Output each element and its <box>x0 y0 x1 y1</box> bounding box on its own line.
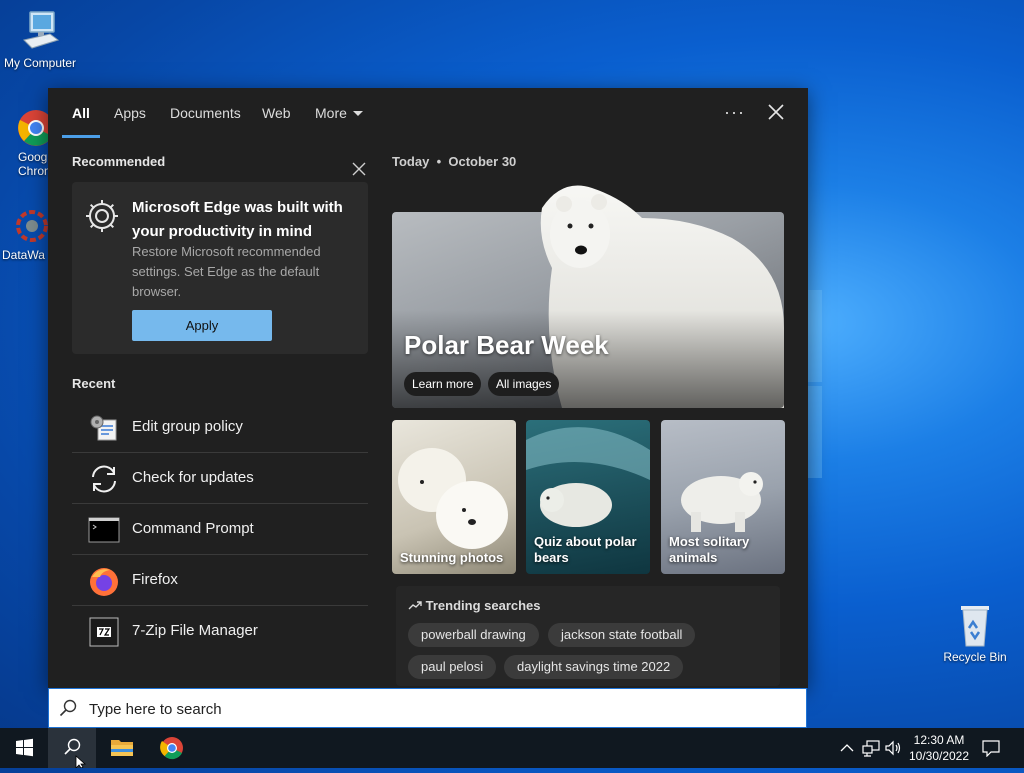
dismiss-recommended-icon[interactable] <box>352 162 366 176</box>
tab-documents[interactable]: Documents <box>170 105 241 121</box>
recommended-title: Recommended <box>72 154 166 169</box>
gear-icon <box>86 200 118 232</box>
thumbnail-quiz[interactable]: Quiz about polar bears <box>526 420 650 574</box>
tab-more-label: More <box>315 105 347 121</box>
tab-apps[interactable]: Apps <box>114 105 146 121</box>
recent-item-7zip[interactable]: 7-Zip File Manager <box>72 606 368 656</box>
chevron-up-icon[interactable] <box>838 739 856 757</box>
recommended-card-title: Microsoft Edge was built with your produ… <box>132 199 343 240</box>
recycle-bin-icon <box>961 606 989 647</box>
tab-web[interactable]: Web <box>262 105 291 121</box>
search-box[interactable] <box>48 688 807 728</box>
thumbnail-stunning-photos[interactable]: Stunning photos <box>392 420 516 574</box>
search-panel-tabs: All Apps Documents Web More ··· <box>48 88 808 140</box>
active-tab-indicator <box>62 135 100 138</box>
datawa-icon <box>16 210 48 242</box>
thumbnail-caption: Stunning photos <box>400 550 504 565</box>
notifications-icon[interactable] <box>982 739 1000 757</box>
date-label: October 30 <box>448 154 517 169</box>
recent-title: Recent <box>72 376 116 391</box>
taskbar: 12:30 AM 10/30/2022 <box>0 728 1024 769</box>
today-section: Today • October 30 Polar Bear Week Learn… <box>392 154 785 686</box>
thumbnail-row: Stunning photos Quiz about polar bears M… <box>392 420 785 574</box>
search-panel: All Apps Documents Web More ··· Recommen… <box>48 88 808 688</box>
clock-time: 12:30 AM <box>913 733 965 747</box>
computer-icon <box>23 11 60 49</box>
taskbar-file-explorer[interactable] <box>98 728 146 768</box>
search-icon <box>64 738 87 769</box>
trending-title-label: Trending searches <box>425 598 541 613</box>
recent-item-edit-group-policy[interactable]: Edit group policy <box>72 402 368 453</box>
group-policy-icon <box>90 415 117 441</box>
hero-card[interactable]: Polar Bear Week Learn more All images <box>392 185 784 408</box>
taskbar-search-button[interactable] <box>48 728 96 769</box>
trending-arrow-icon <box>408 601 422 610</box>
command-prompt-icon <box>88 517 120 543</box>
folder-icon <box>111 740 133 756</box>
recommended-section: Recommended Microsoft Edge was built wit… <box>72 154 368 354</box>
recent-item-label: Command Prompt <box>132 520 254 537</box>
chevron-down-icon <box>352 111 363 116</box>
7zip-icon <box>89 617 119 647</box>
taskbar-clock[interactable]: 12:30 AM 10/30/2022 <box>900 732 978 764</box>
sync-icon <box>92 465 116 493</box>
start-button[interactable] <box>0 728 48 768</box>
recent-item-check-for-updates[interactable]: Check for updates <box>72 453 368 504</box>
desktop-light-beam <box>808 290 822 382</box>
desktop-icon-label: Recycle Bin <box>943 650 1007 664</box>
thumbnail-caption: Quiz about polar bears <box>534 534 637 565</box>
tab-all[interactable]: All <box>72 105 90 121</box>
recent-item-firefox[interactable]: Firefox <box>72 555 368 606</box>
recent-item-label: Firefox <box>132 571 178 588</box>
all-images-button[interactable]: All images <box>488 372 560 396</box>
trending-chip[interactable]: daylight savings time 2022 <box>504 655 684 679</box>
tab-more[interactable]: More <box>315 105 363 121</box>
desktop-icon-recycle-bin[interactable]: Recycle Bin <box>935 602 1015 664</box>
recent-list: Edit group policy Check for updates Comm… <box>72 402 368 656</box>
today-label: Today <box>392 154 430 169</box>
today-date-line: Today • October 30 <box>392 154 784 169</box>
recommended-card: Microsoft Edge was built with your produ… <box>72 182 368 354</box>
search-icon <box>59 699 77 717</box>
recent-item-label: Edit group policy <box>132 418 243 435</box>
trending-chip[interactable]: jackson state football <box>548 623 696 647</box>
desktop-icon-my-computer[interactable]: My Computer <box>0 10 80 70</box>
desktop-light-beam <box>808 386 822 478</box>
more-options-button[interactable]: ··· <box>724 102 745 123</box>
close-icon[interactable] <box>766 102 786 122</box>
trending-chip[interactable]: paul pelosi <box>408 655 497 679</box>
search-input[interactable] <box>87 697 791 721</box>
clock-date: 10/30/2022 <box>908 749 970 763</box>
hero-title: Polar Bear Week <box>404 330 609 360</box>
network-icon[interactable] <box>862 739 880 757</box>
chrome-icon <box>160 737 183 760</box>
thumbnail-solitary-animals[interactable]: Most solitary animals <box>661 420 785 574</box>
recommended-card-description: Restore Microsoft recommended settings. … <box>132 244 321 299</box>
learn-more-button[interactable]: Learn more <box>404 372 482 396</box>
recent-item-command-prompt[interactable]: Command Prompt <box>72 504 368 555</box>
trending-title: Trending searches <box>408 598 541 613</box>
firefox-icon <box>90 568 118 596</box>
recent-item-label: Check for updates <box>132 469 254 486</box>
apply-button[interactable]: Apply <box>132 310 272 341</box>
taskbar-chrome[interactable] <box>148 728 196 768</box>
desktop-icon-label: My Computer <box>3 56 77 70</box>
trending-chip[interactable]: powerball drawing <box>408 623 539 647</box>
thumbnail-caption: Most solitary animals <box>669 534 750 565</box>
windows-logo-icon <box>16 738 33 757</box>
date-separator: • <box>436 154 442 169</box>
recent-item-label: 7-Zip File Manager <box>132 622 258 639</box>
trending-searches: Trending searches powerball drawing jack… <box>396 586 780 686</box>
